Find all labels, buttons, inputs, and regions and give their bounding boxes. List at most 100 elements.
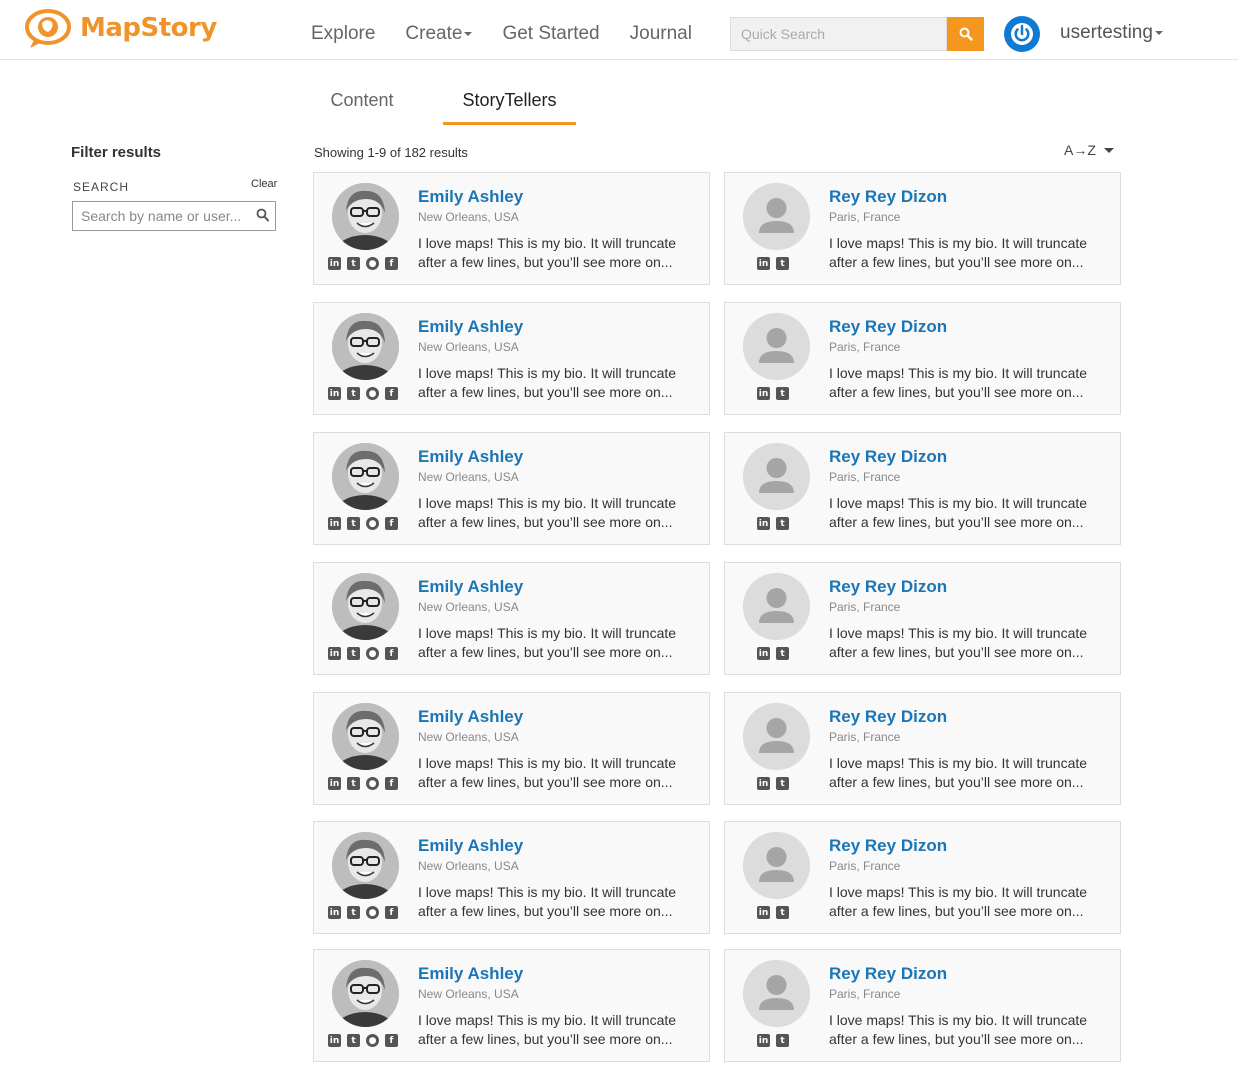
- github-icon[interactable]: ●: [366, 777, 379, 790]
- twitter-icon[interactable]: t: [347, 777, 360, 790]
- avatar[interactable]: [332, 960, 399, 1027]
- twitter-icon[interactable]: t: [776, 517, 789, 530]
- twitter-icon[interactable]: t: [347, 1034, 360, 1047]
- storyteller-name[interactable]: Emily Ashley: [418, 964, 523, 984]
- avatar[interactable]: [332, 443, 399, 510]
- storyteller-card[interactable]: in t ● f Emily Ashley New Orleans, USA I love …: [313, 821, 710, 934]
- storyteller-card[interactable]: in t Rey Rey Dizon Paris, France I love maps…: [724, 821, 1121, 934]
- linkedin-icon[interactable]: in: [328, 906, 341, 919]
- storyteller-card[interactable]: in t Rey Rey Dizon Paris, France I love maps…: [724, 432, 1121, 545]
- nav-journal[interactable]: Journal: [630, 22, 692, 46]
- github-icon[interactable]: ●: [366, 906, 379, 919]
- mapstory-logo[interactable]: MapStory: [24, 8, 217, 48]
- storyteller-name[interactable]: Rey Rey Dizon: [829, 317, 947, 337]
- facebook-icon[interactable]: f: [385, 1034, 398, 1047]
- twitter-icon[interactable]: t: [347, 387, 360, 400]
- avatar[interactable]: [743, 313, 810, 380]
- twitter-icon[interactable]: t: [776, 777, 789, 790]
- avatar[interactable]: [743, 183, 810, 250]
- avatar[interactable]: [332, 183, 399, 250]
- storyteller-card[interactable]: in t ● f Emily Ashley New Orleans, USA I love …: [313, 432, 710, 545]
- linkedin-icon[interactable]: in: [757, 647, 770, 660]
- tab-content[interactable]: Content: [313, 90, 411, 125]
- storyteller-card[interactable]: in t ● f Emily Ashley New Orleans, USA I love …: [313, 949, 710, 1062]
- storyteller-card[interactable]: in t ● f Emily Ashley New Orleans, USA I love …: [313, 302, 710, 415]
- storyteller-name[interactable]: Emily Ashley: [418, 577, 523, 597]
- linkedin-icon[interactable]: in: [328, 777, 341, 790]
- linkedin-icon[interactable]: in: [757, 1034, 770, 1047]
- nav-create[interactable]: Create: [405, 22, 473, 46]
- search-icon[interactable]: [256, 208, 269, 222]
- sort-dropdown[interactable]: A→Z: [1064, 142, 1114, 158]
- storyteller-card[interactable]: in t Rey Rey Dizon Paris, France I love maps…: [724, 562, 1121, 675]
- storyteller-name[interactable]: Emily Ashley: [418, 447, 523, 467]
- twitter-icon[interactable]: t: [776, 906, 789, 919]
- facebook-icon[interactable]: f: [385, 387, 398, 400]
- avatar[interactable]: [332, 703, 399, 770]
- twitter-icon[interactable]: t: [347, 517, 360, 530]
- linkedin-icon[interactable]: in: [328, 387, 341, 400]
- storyteller-card[interactable]: in t Rey Rey Dizon Paris, France I love maps…: [724, 172, 1121, 285]
- linkedin-icon[interactable]: in: [757, 777, 770, 790]
- twitter-icon[interactable]: t: [347, 906, 360, 919]
- linkedin-icon[interactable]: in: [757, 257, 770, 270]
- storyteller-name[interactable]: Rey Rey Dizon: [829, 964, 947, 984]
- nav-explore[interactable]: Explore: [311, 22, 375, 46]
- linkedin-icon[interactable]: in: [328, 1034, 341, 1047]
- facebook-icon[interactable]: f: [385, 906, 398, 919]
- storyteller-card[interactable]: in t ● f Emily Ashley New Orleans, USA I love …: [313, 172, 710, 285]
- facebook-icon[interactable]: f: [385, 257, 398, 270]
- user-menu[interactable]: usertesting: [1060, 22, 1163, 44]
- tab-storytellers[interactable]: StoryTellers: [443, 90, 576, 125]
- avatar[interactable]: [332, 573, 399, 640]
- facebook-icon[interactable]: f: [385, 647, 398, 660]
- twitter-icon[interactable]: t: [776, 1034, 789, 1047]
- github-icon[interactable]: ●: [366, 257, 379, 270]
- twitter-icon[interactable]: t: [347, 647, 360, 660]
- avatar[interactable]: [332, 313, 399, 380]
- storyteller-card[interactable]: in t ● f Emily Ashley New Orleans, USA I love …: [313, 692, 710, 805]
- twitter-icon[interactable]: t: [347, 257, 360, 270]
- storyteller-name[interactable]: Rey Rey Dizon: [829, 707, 947, 727]
- twitter-icon[interactable]: t: [776, 647, 789, 660]
- linkedin-icon[interactable]: in: [757, 517, 770, 530]
- twitter-icon[interactable]: t: [776, 387, 789, 400]
- storyteller-name[interactable]: Emily Ashley: [418, 317, 523, 337]
- storyteller-name[interactable]: Rey Rey Dizon: [829, 577, 947, 597]
- avatar[interactable]: [743, 443, 810, 510]
- storyteller-card[interactable]: in t Rey Rey Dizon Paris, France I love maps…: [724, 302, 1121, 415]
- clear-filter-link[interactable]: Clear: [251, 178, 277, 190]
- linkedin-icon[interactable]: in: [328, 257, 341, 270]
- github-icon[interactable]: ●: [366, 647, 379, 660]
- linkedin-icon[interactable]: in: [328, 517, 341, 530]
- quick-search-input[interactable]: [730, 17, 947, 51]
- storyteller-card[interactable]: in t Rey Rey Dizon Paris, France I love maps…: [724, 692, 1121, 805]
- linkedin-icon[interactable]: in: [757, 906, 770, 919]
- nav-get-started[interactable]: Get Started: [502, 22, 599, 46]
- linkedin-icon[interactable]: in: [757, 387, 770, 400]
- storyteller-name[interactable]: Rey Rey Dizon: [829, 447, 947, 467]
- avatar[interactable]: [743, 573, 810, 640]
- storyteller-name[interactable]: Emily Ashley: [418, 707, 523, 727]
- avatar[interactable]: [743, 703, 810, 770]
- avatar[interactable]: [743, 832, 810, 899]
- github-icon[interactable]: ●: [366, 1034, 379, 1047]
- storyteller-name[interactable]: Emily Ashley: [418, 187, 523, 207]
- storyteller-location: New Orleans, USA: [418, 730, 519, 744]
- storyteller-card[interactable]: in t Rey Rey Dizon Paris, France I love maps…: [724, 949, 1121, 1062]
- quick-search-button[interactable]: [947, 17, 984, 51]
- storyteller-name[interactable]: Emily Ashley: [418, 836, 523, 856]
- github-icon[interactable]: ●: [366, 387, 379, 400]
- twitter-icon[interactable]: t: [776, 257, 789, 270]
- storyteller-name[interactable]: Rey Rey Dizon: [829, 836, 947, 856]
- avatar[interactable]: [743, 960, 810, 1027]
- facebook-icon[interactable]: f: [385, 517, 398, 530]
- linkedin-icon[interactable]: in: [328, 647, 341, 660]
- github-icon[interactable]: ●: [366, 517, 379, 530]
- facebook-icon[interactable]: f: [385, 777, 398, 790]
- avatar[interactable]: [332, 832, 399, 899]
- name-search-input[interactable]: [73, 202, 253, 230]
- storyteller-name[interactable]: Rey Rey Dizon: [829, 187, 947, 207]
- user-avatar[interactable]: [1004, 16, 1040, 52]
- storyteller-card[interactable]: in t ● f Emily Ashley New Orleans, USA I love …: [313, 562, 710, 675]
